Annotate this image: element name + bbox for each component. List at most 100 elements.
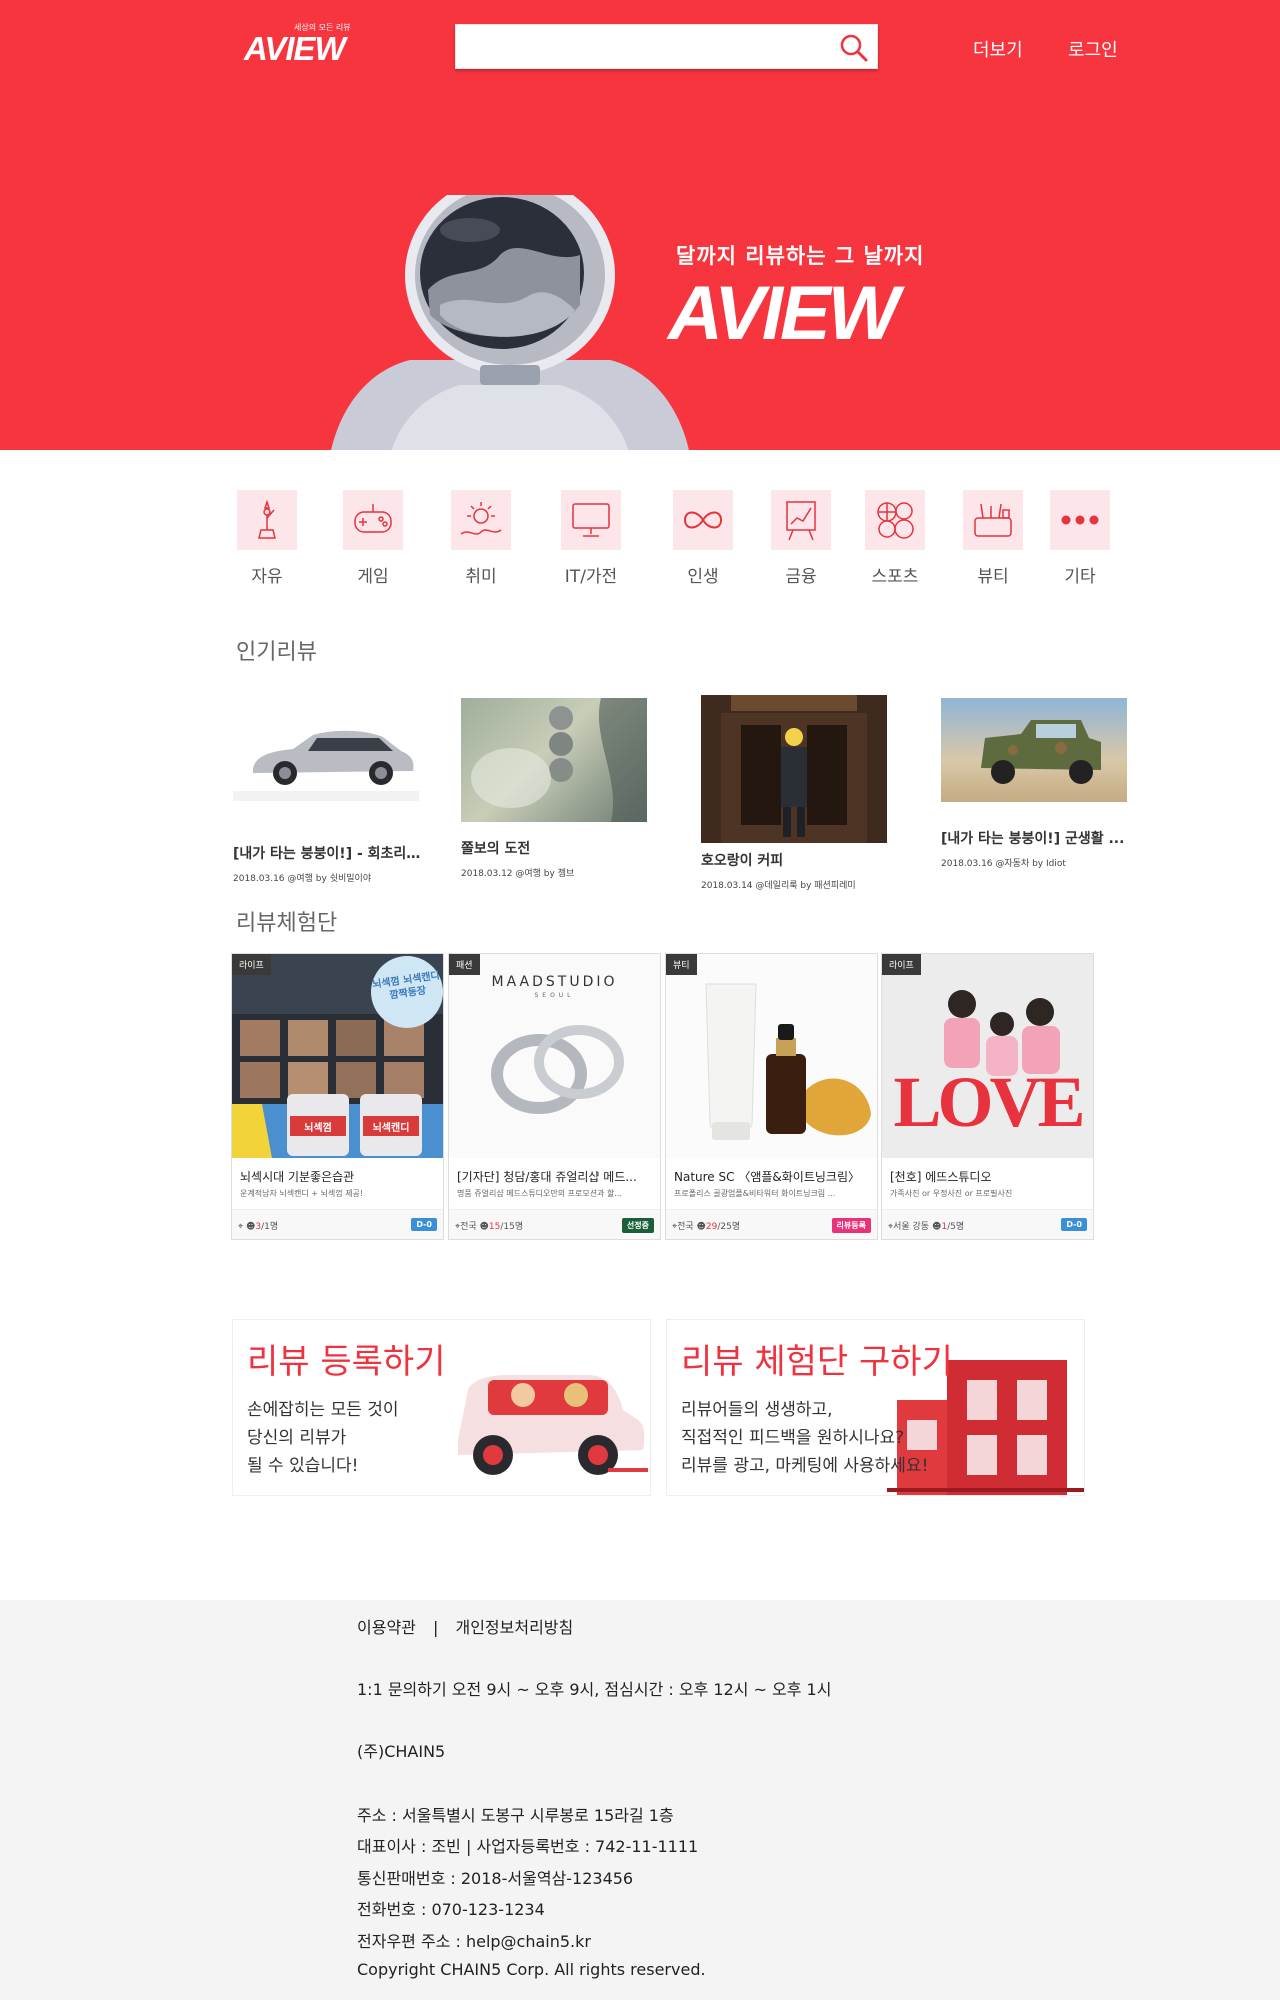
chart-board-icon [771, 490, 831, 550]
category-it[interactable]: IT/가전 [546, 490, 636, 587]
review-thumbnail [233, 711, 419, 801]
promo-find-reviewers[interactable]: 리뷰 체험단 구하기 리뷰어들의 생생하고, 직접적인 피드백을 원하시나요? … [666, 1319, 1085, 1496]
card-location: 서울 강동 [893, 1222, 930, 1232]
category-label: 금융 [785, 567, 817, 587]
popular-reviews-title: 인기리뷰 [236, 640, 317, 665]
review-meta: 2018.03.14 @데일리룩 by 패션피레미 [701, 881, 856, 891]
card-title: 뇌섹시대 기분좋은습관 [240, 1170, 355, 1184]
footer-address: 주소 : 서울특별시 도봉구 시루봉로 15라길 1층 [357, 1806, 674, 1825]
promo-line: 리뷰를 광고, 마케팅에 사용하세요! [681, 1456, 929, 1476]
experience-card[interactable]: 뷰티 Nature SC 〈앰플&화이트닝크림〉 프로폴리스 골광엄플&비타워터… [665, 953, 878, 1240]
footer-hours: 1:1 문의하기 오전 9시 ~ 오후 9시, 점심시간 : 오후 12시 ~ … [357, 1680, 832, 1699]
experience-card[interactable]: 패션 MAADSTUDIO SEOUL [기자단] 청담/홍대 쥬얼리샵 메드.… [448, 953, 661, 1240]
footer-phone: 전화번호 : 070-123-1234 [357, 1900, 545, 1919]
card-location: 전국 [460, 1222, 477, 1232]
card-applicant-count: 29 [705, 1222, 718, 1232]
card-status-badge: 선정중 [621, 1218, 654, 1233]
card-image: 라이프 LOVE [882, 954, 1093, 1158]
sports-balls-icon [865, 490, 925, 550]
card-category-badge: 뷰티 [666, 954, 697, 975]
card-image-brand: MAADSTUDIO [491, 974, 618, 990]
gamepad-icon [343, 490, 403, 550]
card-status-badge: D-0 [411, 1218, 437, 1231]
category-etc[interactable]: 기타 [1035, 490, 1125, 587]
card-description: 프로폴리스 골광엄플&비타워터 화이트닝크림 ... [674, 1189, 836, 1198]
card-image-word: LOVE [893, 1062, 1085, 1142]
promo-line: 당신의 리뷰가 [247, 1428, 347, 1448]
sun-icon [451, 490, 511, 550]
review-meta: 2018.03.12 @여행 by 젬브 [461, 869, 575, 879]
promo-register-review[interactable]: 리뷰 등록하기 손에잡히는 모든 것이 당신의 리뷰가 될 수 있습니다! [232, 1319, 651, 1496]
footer-company: (주)CHAIN5 [357, 1742, 446, 1761]
card-title: Nature SC 〈앰플&화이트닝크림〉 [674, 1170, 860, 1184]
category-game[interactable]: 게임 [328, 490, 418, 587]
category-label: 기타 [1064, 567, 1096, 587]
card-category-badge: 패션 [449, 954, 480, 975]
footer: 이용약관 | 개인정보처리방침 1:1 문의하기 오전 9시 ~ 오후 9시, … [0, 1600, 1280, 2000]
card-description: 명품 쥬얼리샵 메드스튜디오만의 프로모션과 할... [457, 1189, 622, 1198]
footer-email: 전자우편 주소 : help@chain5.kr [357, 1932, 591, 1951]
card-recruit-total: /1명 [261, 1222, 279, 1232]
card-recruit-total: /5명 [947, 1222, 965, 1232]
category-life[interactable]: 인생 [658, 490, 748, 587]
review-title: 호오랑이 커피 [701, 853, 784, 869]
card-recruit-total: /25명 [717, 1222, 741, 1232]
card-image: 뷰티 [666, 954, 877, 1158]
review-meta: 2018.03.16 @여행 by 쉿비밀이야 [233, 874, 372, 884]
location-pin-icon: ⌖ [238, 1222, 244, 1232]
category-label: 뷰티 [977, 567, 1009, 587]
card-applicant-count: 15 [488, 1222, 501, 1232]
person-icon: ☻ [696, 1222, 706, 1232]
experience-title: 리뷰체험단 [236, 911, 338, 936]
card-description: 가족사진 or 우정사진 or 프로필사진 [890, 1189, 1013, 1198]
review-title: [내가 타는 붕붕이!] 군생활 ... [941, 831, 1125, 847]
category-sports[interactable]: 스포츠 [850, 490, 940, 587]
login-link[interactable]: 로그인 [1068, 36, 1118, 62]
card-footer: ⌖ ☻3/1명 D-0 [232, 1209, 443, 1239]
experience-card[interactable]: 라이프 뇌섹껌 뇌섹캔디 깜짝등장 뇌섹껌 뇌섹캔디 뇌섹시대 기분좋은습관 운… [231, 953, 444, 1240]
card-image: 패션 MAADSTUDIO SEOUL [449, 954, 660, 1158]
card-location: 전국 [677, 1222, 694, 1232]
category-beauty[interactable]: 뷰티 [948, 490, 1038, 587]
category-label: 취미 [465, 567, 497, 587]
card-title: [기자단] 청담/홍대 쥬얼리샵 메드... [457, 1170, 637, 1184]
card-category-badge: 라이프 [232, 954, 271, 975]
experience-card[interactable]: 라이프 LOVE [천호] 에뜨스튜디오 가족사진 or 우정사진 or 프로필… [881, 953, 1094, 1240]
category-finance[interactable]: 금융 [756, 490, 846, 587]
hero-tagline: 달까지 리뷰하는 그 날까지 [676, 244, 925, 268]
review-meta: 2018.03.16 @자동차 by Idiot [941, 859, 1066, 869]
review-thumbnail [701, 695, 887, 843]
card-status-badge: 리뷰등록 [831, 1218, 871, 1233]
review-title: 쫄보의 도전 [461, 841, 531, 857]
promo-line: 될 수 있습니다! [247, 1456, 359, 1476]
privacy-link[interactable]: 개인정보처리방침 [455, 1618, 573, 1637]
search-input[interactable] [456, 25, 826, 68]
person-icon: ☻ [479, 1222, 489, 1232]
promo-text: 손에잡히는 모든 것이 당신의 리뷰가 될 수 있습니다! [247, 1396, 399, 1480]
category-label: IT/가전 [564, 567, 618, 587]
site-logo[interactable]: 세상의 모든 리뷰 AVIEW [244, 22, 356, 67]
category-free[interactable]: 자유 [222, 490, 312, 587]
card-image-brand-sub: SEOUL [534, 992, 575, 999]
hero-banner: 세상의 모든 리뷰 AVIEW 더보기 로그인 달까지 리뷰하는 그 날까지 A… [0, 0, 1280, 450]
category-label: 인생 [687, 567, 719, 587]
logo-text: AVIEW [244, 30, 346, 67]
review-thumbnail [461, 698, 647, 822]
footer-links: 이용약관 | 개인정보처리방침 [357, 1614, 573, 1638]
review-title: [내가 타는 붕붕이!] - 회초리... [233, 846, 421, 862]
review-thumbnail [941, 698, 1127, 802]
card-footer: ⌖전국 ☻29/25명 리뷰등록 [666, 1209, 877, 1239]
terms-link[interactable]: 이용약관 [357, 1618, 416, 1637]
more-link[interactable]: 더보기 [973, 36, 1023, 62]
car-illustration [458, 1375, 648, 1475]
more-dots-icon [1050, 490, 1110, 550]
promo-text: 리뷰어들의 생생하고, 직접적인 피드백을 원하시나요? 리뷰를 광고, 마케팅… [681, 1396, 928, 1480]
person-icon: ☻ [931, 1222, 942, 1232]
search-bar [455, 24, 878, 69]
card-image: 라이프 뇌섹껌 뇌섹캔디 깜짝등장 뇌섹껌 뇌섹캔디 [232, 954, 443, 1158]
search-icon[interactable] [839, 33, 869, 63]
category-hobby[interactable]: 취미 [436, 490, 526, 587]
statue-of-liberty-icon [237, 490, 297, 550]
category-label: 자유 [251, 567, 283, 587]
footer-ecommerce: 통신판매번호 : 2018-서울역삼-123456 [357, 1869, 634, 1888]
